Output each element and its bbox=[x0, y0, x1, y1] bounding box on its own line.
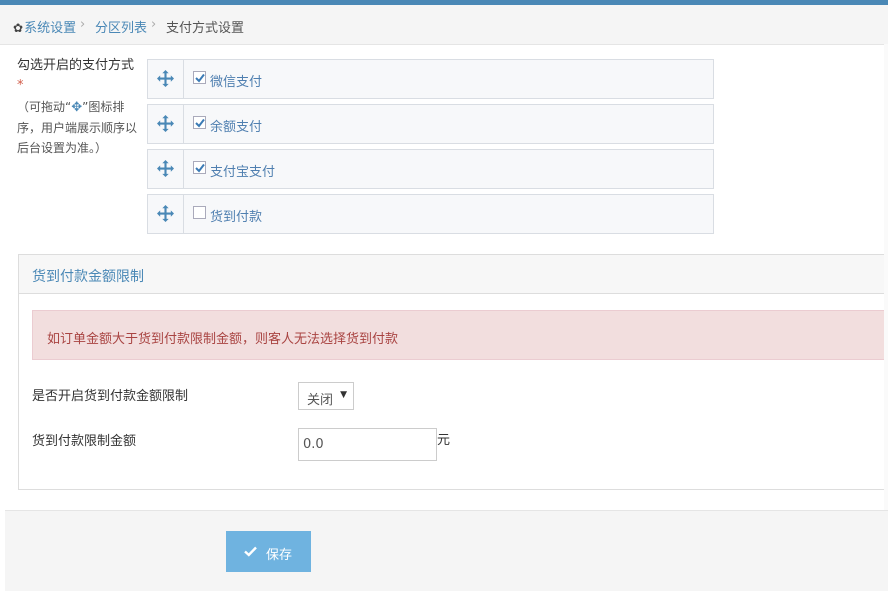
payment-checkbox[interactable] bbox=[193, 71, 206, 84]
breadcrumb-separator-icon: › bbox=[151, 17, 157, 32]
payment-checkbox[interactable] bbox=[193, 206, 206, 219]
breadcrumb-item-zone-list[interactable]: 分区列表 bbox=[95, 17, 147, 36]
payment-method-row[interactable]: 微信支付 bbox=[147, 59, 714, 99]
move-icon bbox=[157, 205, 174, 222]
limit-amount-input[interactable] bbox=[298, 428, 437, 461]
breadcrumb: ✿系统设置 › 分区列表 › 支付方式设置 bbox=[0, 5, 888, 45]
caret-down-icon: ▼ bbox=[340, 390, 347, 400]
payment-checkbox[interactable] bbox=[193, 161, 206, 174]
payment-method-row[interactable]: 支付宝支付 bbox=[147, 149, 714, 189]
alert-text: 如订单金额大于货到付款限制金额，则客人无法选择货到付款 bbox=[47, 332, 399, 347]
check-icon bbox=[244, 546, 257, 557]
breadcrumb-separator-icon: › bbox=[80, 17, 86, 32]
save-button-label: 保存 bbox=[266, 548, 293, 563]
alert-box: 如订单金额大于货到付款限制金额，则客人无法选择货到付款 bbox=[32, 310, 888, 360]
check-icon bbox=[195, 163, 205, 173]
save-button[interactable]: 保存 bbox=[226, 531, 311, 572]
drag-handle[interactable] bbox=[148, 105, 184, 143]
limit-amount-label: 货到付款限制金额 bbox=[32, 434, 137, 449]
payment-method-row[interactable]: 余额支付 bbox=[147, 104, 714, 144]
gear-icon: ✿ bbox=[13, 21, 24, 35]
payment-method-label[interactable]: 微信支付 bbox=[210, 71, 262, 90]
enable-limit-label: 是否开启货到付款金额限制 bbox=[32, 389, 189, 404]
move-icon bbox=[157, 115, 174, 132]
drag-handle[interactable] bbox=[148, 150, 184, 188]
required-mark: * bbox=[17, 78, 24, 93]
move-icon bbox=[157, 70, 174, 87]
payment-checkbox[interactable] bbox=[193, 116, 206, 129]
payment-methods-label: 勾选开启的支付方式 * bbox=[17, 56, 139, 96]
drag-handle[interactable] bbox=[148, 60, 184, 98]
payment-methods-label-text: 勾选开启的支付方式 bbox=[17, 58, 135, 73]
amount-unit: 元 bbox=[437, 433, 451, 448]
cod-limit-panel: 货到付款金额限制 如订单金额大于货到付款限制金额，则客人无法选择货到付款 是否开… bbox=[18, 254, 888, 490]
breadcrumb-item-current: 支付方式设置 bbox=[166, 21, 245, 36]
check-icon bbox=[195, 73, 205, 83]
select-value: 关闭 bbox=[307, 393, 334, 408]
payment-methods-hint: （可拖动“✥”图标排序，用户端展示顺序以后台设置为准。） bbox=[17, 97, 139, 158]
breadcrumb-home[interactable]: ✿系统设置 bbox=[13, 17, 76, 36]
check-icon bbox=[195, 118, 205, 128]
form-footer: 保存 bbox=[5, 510, 888, 591]
panel-title: 货到付款金额限制 bbox=[32, 269, 144, 285]
drag-handle[interactable] bbox=[148, 195, 184, 233]
payment-method-label[interactable]: 余额支付 bbox=[210, 116, 262, 135]
breadcrumb-item-system-settings[interactable]: 系统设置 bbox=[24, 21, 76, 36]
scrollbar-edge bbox=[884, 44, 888, 554]
enable-limit-select[interactable]: 关闭 ▼ bbox=[298, 382, 354, 410]
hint-text-before: （可拖动“ bbox=[17, 100, 72, 114]
move-icon bbox=[157, 160, 174, 177]
payment-method-label[interactable]: 货到付款 bbox=[210, 206, 262, 225]
panel-header: 货到付款金额限制 bbox=[19, 255, 888, 294]
move-icon: ✥ bbox=[71, 100, 83, 115]
payment-method-label[interactable]: 支付宝支付 bbox=[210, 161, 275, 180]
payment-method-row[interactable]: 货到付款 bbox=[147, 194, 714, 234]
